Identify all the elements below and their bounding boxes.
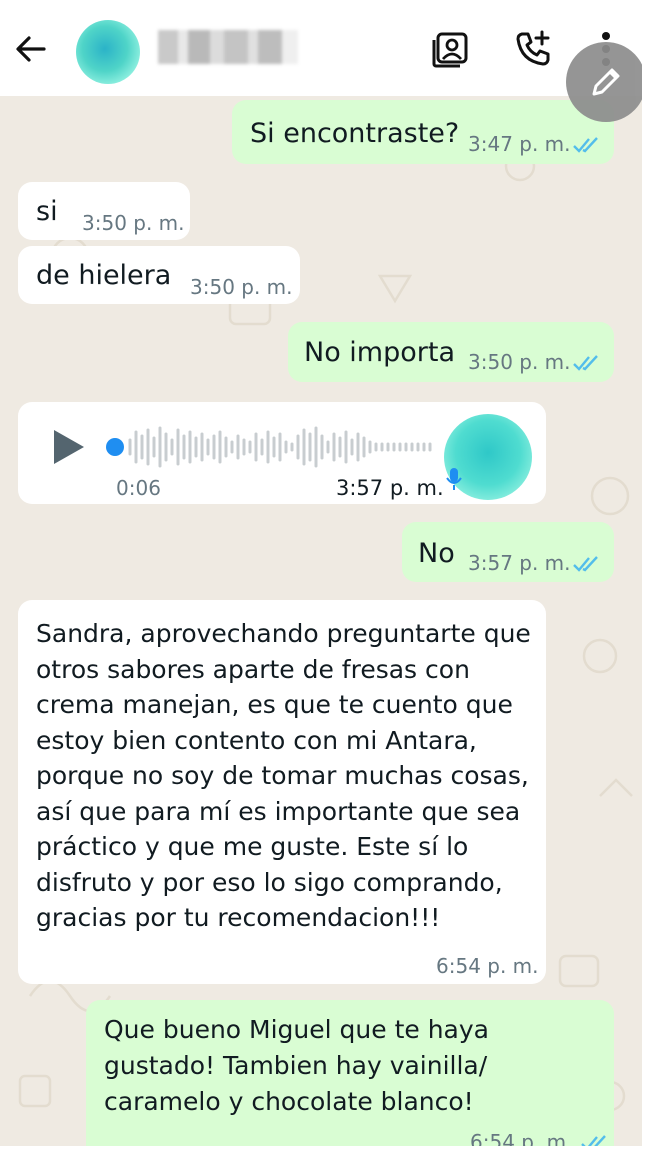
message-text: Que bueno Miguel que te haya gustado! Ta… <box>104 1015 489 1116</box>
edit-fab-button[interactable] <box>566 42 642 122</box>
message-bubble-outgoing[interactable]: No 3:57 p. m. <box>402 522 614 582</box>
message-time: 3:47 p. m. <box>468 132 571 156</box>
contact-name[interactable] <box>158 30 298 64</box>
message-bubble-outgoing[interactable]: Que bueno Miguel que te haya gustado! Ta… <box>86 1000 614 1146</box>
add-call-icon[interactable] <box>514 30 552 68</box>
message-text: si <box>36 196 58 227</box>
read-receipt-icon <box>581 1135 606 1146</box>
message-bubble-outgoing[interactable]: Si encontraste? 3:47 p. m. <box>232 100 614 164</box>
message-text: Sandra, aprovechando preguntarte que otr… <box>36 619 531 932</box>
message-text: No importa <box>304 337 455 368</box>
voice-message-bubble[interactable]: 0:06 3:57 p. m. <box>18 402 546 504</box>
back-arrow-icon[interactable] <box>14 32 48 66</box>
read-receipt-icon <box>573 556 598 572</box>
read-receipt-icon <box>573 137 598 153</box>
message-bubble-incoming[interactable]: Sandra, aprovechando preguntarte que otr… <box>18 600 546 984</box>
message-text: de hielera <box>36 260 172 291</box>
microphone-icon <box>446 468 462 490</box>
whatsapp-chat-screen: Si encontraste? 3:47 p. m. si 3:50 p. m.… <box>0 0 642 1146</box>
voice-progress-dot[interactable] <box>106 438 124 456</box>
message-bubble-incoming[interactable]: de hielera 3:50 p. m. <box>18 246 300 304</box>
play-icon[interactable] <box>52 428 88 466</box>
message-bubble-incoming[interactable]: si 3:50 p. m. <box>18 182 190 240</box>
message-bubble-outgoing[interactable]: No importa 3:50 p. m. <box>288 322 614 382</box>
contact-avatar[interactable] <box>76 20 140 84</box>
message-time: 6:54 p. m. <box>470 1130 573 1146</box>
contact-card-icon[interactable] <box>432 30 470 68</box>
voice-waveform[interactable] <box>126 422 436 472</box>
message-time: 3:50 p. m. <box>190 275 293 299</box>
message-time: 3:57 p. m. <box>468 551 571 575</box>
read-receipt-icon <box>573 355 598 371</box>
message-time: 6:54 p. m. <box>436 954 539 978</box>
message-text: Si encontraste? <box>250 118 460 149</box>
message-time: 3:50 p. m. <box>82 211 185 235</box>
message-time: 3:50 p. m. <box>468 350 571 374</box>
pencil-icon <box>592 68 620 96</box>
voice-duration: 0:06 <box>116 476 161 500</box>
message-text: No <box>418 538 455 569</box>
chat-header <box>0 0 642 96</box>
message-time: 3:57 p. m. <box>336 476 444 500</box>
